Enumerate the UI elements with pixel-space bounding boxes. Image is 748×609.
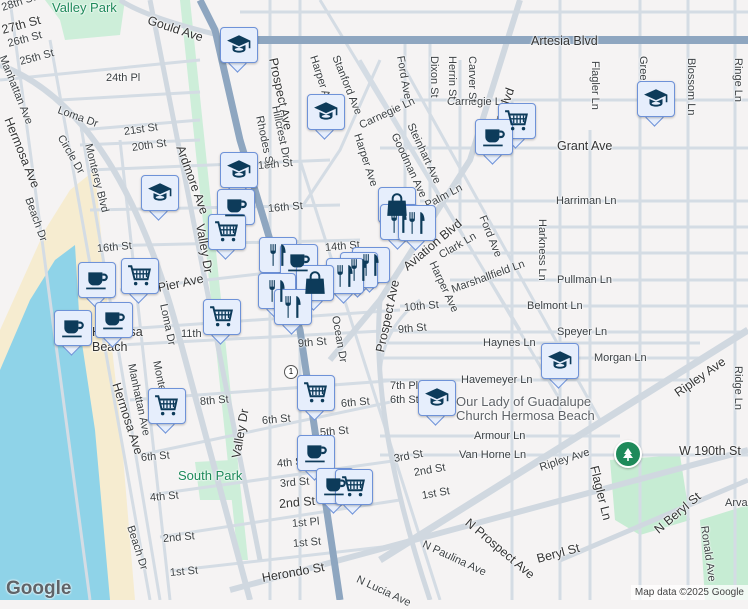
- street-label: 6th St: [261, 412, 292, 427]
- shopping-cart-icon: [154, 393, 180, 419]
- street-label: Van Horne Ln: [459, 449, 527, 461]
- street-label: Arva: [725, 497, 748, 509]
- street-label: 1st St: [292, 535, 322, 550]
- graduation-cap-icon: [313, 99, 339, 125]
- route-shield: 1: [284, 365, 298, 379]
- street-label: Artesia Blvd: [531, 34, 598, 48]
- street-label: Herrin St: [446, 56, 458, 100]
- restaurant-marker[interactable]: [398, 205, 436, 251]
- shopping-cart-icon: [504, 108, 530, 134]
- street-label: Harriman Ln: [556, 195, 617, 207]
- graduation-cap-icon: [226, 32, 252, 58]
- street-label: Havemeyer Ln: [461, 374, 533, 386]
- fork-knife-icon: [280, 294, 306, 320]
- graduation-cap-icon: [226, 157, 252, 183]
- street-label: 6th St: [340, 395, 371, 410]
- shopping-cart-icon: [341, 474, 367, 500]
- tree-icon: [623, 448, 633, 461]
- street-label: 6th St: [390, 394, 419, 406]
- shopping-cart-icon: [303, 380, 329, 406]
- grocery-marker[interactable]: [297, 375, 335, 421]
- street-label: 8th St: [199, 393, 230, 408]
- park-marker[interactable]: [614, 440, 642, 468]
- graduation-cap-icon: [147, 180, 173, 206]
- grocery-marker[interactable]: [335, 469, 373, 515]
- graduation-cap-icon: [547, 348, 573, 374]
- school-marker[interactable]: [418, 380, 456, 426]
- graduation-cap-icon: [424, 385, 450, 411]
- coffee-cup-icon: [223, 194, 249, 220]
- street-label: 7th Pl: [390, 380, 419, 392]
- school-marker[interactable]: [637, 81, 675, 127]
- fork-knife-icon: [332, 263, 358, 289]
- graduation-cap-icon: [643, 86, 669, 112]
- coffee-cup-icon: [303, 440, 329, 466]
- cafe-marker[interactable]: [95, 302, 133, 348]
- coffee-cup-icon: [84, 267, 110, 293]
- street-label: Ridge Ln: [732, 366, 744, 411]
- street-label: Armour Ln: [474, 430, 526, 442]
- street-label: 11th: [181, 328, 202, 340]
- street-label: 24th Pl: [106, 72, 141, 84]
- street-label: 1st Pl: [291, 515, 320, 530]
- street-label: Speyer Ln: [557, 326, 608, 338]
- cafe-marker[interactable]: [54, 310, 92, 356]
- street-label: Haynes Ln: [483, 337, 536, 349]
- google-logo: Google: [6, 578, 72, 599]
- street-label: Harkness Ln: [536, 219, 548, 281]
- grocery-marker[interactable]: [148, 388, 186, 434]
- shopping-bag-icon: [302, 270, 328, 296]
- street-label: 4th St: [149, 489, 180, 504]
- coffee-cup-icon: [481, 124, 507, 150]
- school-marker[interactable]: [141, 175, 179, 221]
- shopping-cart-icon: [209, 304, 235, 330]
- school-marker[interactable]: [307, 94, 345, 140]
- school-marker[interactable]: [541, 343, 579, 389]
- grocery-marker[interactable]: [208, 214, 246, 260]
- place-label: Valley Park: [52, 0, 117, 15]
- grocery-marker[interactable]: [121, 258, 159, 304]
- place-label: South Park: [178, 468, 243, 483]
- street-label: Flagler Ln: [589, 61, 601, 110]
- street-label: Blossom Ln: [685, 58, 697, 116]
- street-label: Morgan Ln: [594, 352, 647, 364]
- poi-label-line2[interactable]: Church Hermosa Beach: [456, 409, 595, 423]
- street-label: 2nd St: [278, 493, 316, 511]
- street-label: Carver St: [466, 56, 478, 103]
- school-marker[interactable]: [220, 27, 258, 73]
- street-label: Grant Ave: [557, 139, 613, 153]
- street-label: 1st St: [169, 564, 199, 579]
- shopping-cart-icon: [214, 219, 240, 245]
- coffee-cup-icon: [60, 315, 86, 341]
- grocery-marker[interactable]: [203, 299, 241, 345]
- street-label: 9th St: [397, 321, 428, 336]
- street-label: 9th St: [297, 335, 328, 350]
- shopping-cart-icon: [127, 263, 153, 289]
- poi-label-line1[interactable]: Our Lady of Guadalupe: [456, 395, 591, 409]
- street-label: Ringe Ln: [732, 58, 744, 103]
- fork-knife-icon: [404, 210, 430, 236]
- map-attribution[interactable]: Map data ©2025 Google: [630, 585, 748, 600]
- street-label: Belmont Ln: [527, 300, 583, 312]
- street-label: W 190th St: [679, 444, 741, 458]
- coffee-cup-icon: [101, 307, 127, 333]
- street-label: Pullman Ln: [557, 274, 613, 286]
- street-label: Dixon St: [428, 56, 440, 98]
